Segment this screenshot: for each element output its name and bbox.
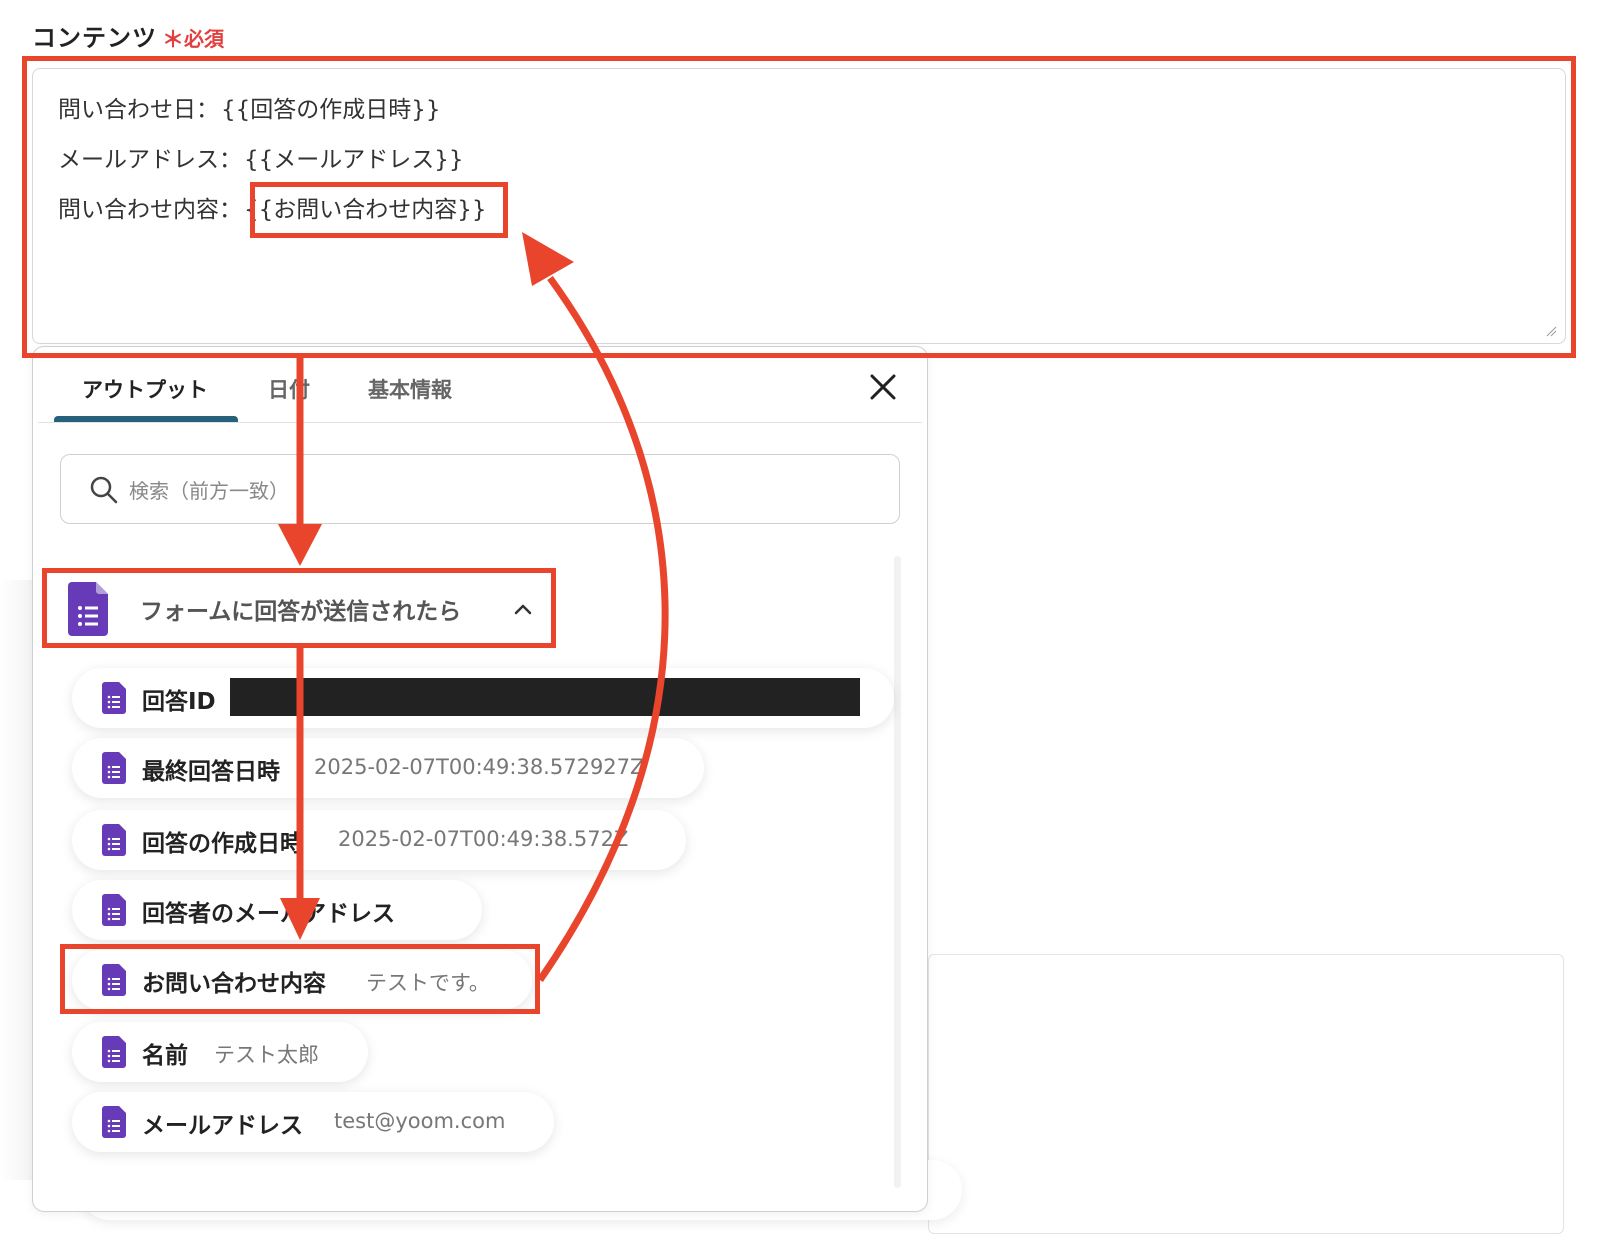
google-forms-icon	[102, 1036, 126, 1068]
google-forms-icon	[102, 682, 126, 714]
required-star: ＊	[162, 28, 185, 53]
resize-grip-icon[interactable]	[1545, 325, 1557, 337]
item-value: テストです。	[366, 971, 490, 995]
item-value: 2025-02-07T00:49:38.572Z	[338, 827, 629, 851]
chevron-up-icon[interactable]	[512, 598, 534, 620]
item-label: 回答者のメールアドレス	[142, 901, 395, 927]
variable-token: {{回答の作成日時}}	[221, 97, 441, 123]
output-item-respondent-email[interactable]: 回答者のメールアドレス	[72, 880, 482, 940]
output-item-response-id[interactable]: 回答ID	[72, 668, 894, 728]
tabs-divider	[38, 422, 922, 423]
item-label: 最終回答日時	[142, 759, 280, 785]
item-value: テスト太郎	[214, 1043, 319, 1067]
line-prefix: メールアドレス：	[58, 147, 242, 173]
line-prefix: 問い合わせ内容：	[58, 197, 242, 223]
redacted-value	[230, 678, 860, 716]
trigger-group-header[interactable]: フォームに回答が送信されたら	[50, 574, 548, 644]
output-item-name[interactable]: 名前 テスト太郎	[72, 1022, 368, 1082]
tab-output[interactable]: アウトプット	[82, 374, 208, 404]
tab-date[interactable]: 日付	[268, 374, 310, 404]
scrollbar[interactable]	[894, 556, 901, 1188]
item-label: 回答の作成日時	[142, 831, 303, 857]
search-icon	[90, 476, 118, 504]
required-label: 必須	[184, 27, 224, 51]
variable-token: {{お問い合わせ内容}}	[244, 197, 487, 223]
item-value: 2025-02-07T00:49:38.572927Z	[314, 755, 645, 779]
group-title: フォームに回答が送信されたら	[140, 599, 462, 625]
item-value: test@yoom.com	[334, 1109, 506, 1133]
google-forms-icon	[102, 964, 126, 996]
output-item-created-time[interactable]: 回答の作成日時 2025-02-07T00:49:38.572Z	[72, 810, 686, 870]
google-forms-icon	[102, 1106, 126, 1138]
google-forms-icon	[102, 894, 126, 926]
background-card	[928, 954, 1564, 1234]
output-item-last-response-time[interactable]: 最終回答日時 2025-02-07T00:49:38.572927Z	[72, 738, 704, 798]
textarea-line: 問い合わせ日：{{回答の作成日時}}	[58, 90, 441, 124]
field-label: コンテンツ	[32, 24, 157, 52]
output-item-inquiry-content[interactable]: お問い合わせ内容 テストです。	[72, 950, 532, 1010]
item-label: 回答ID	[142, 689, 216, 715]
search-placeholder: 検索（前方一致）	[129, 479, 289, 503]
textarea-line: メールアドレス：{{メールアドレス}}	[58, 140, 464, 174]
line-prefix: 問い合わせ日：	[58, 97, 219, 123]
textarea-line: 問い合わせ内容：{{お問い合わせ内容}}	[58, 190, 487, 224]
google-forms-icon	[102, 752, 126, 784]
item-label: メールアドレス	[142, 1113, 303, 1139]
google-forms-icon	[68, 582, 108, 636]
google-forms-icon	[102, 824, 126, 856]
search-input[interactable]: 検索（前方一致）	[60, 454, 900, 524]
close-icon[interactable]	[868, 372, 898, 402]
variable-token: {{メールアドレス}}	[244, 147, 464, 173]
background-shade	[0, 580, 32, 1180]
tab-basic-info[interactable]: 基本情報	[368, 374, 452, 404]
output-item-email[interactable]: メールアドレス test@yoom.com	[72, 1092, 554, 1152]
item-label: 名前	[142, 1043, 188, 1069]
item-label: お問い合わせ内容	[142, 971, 326, 997]
